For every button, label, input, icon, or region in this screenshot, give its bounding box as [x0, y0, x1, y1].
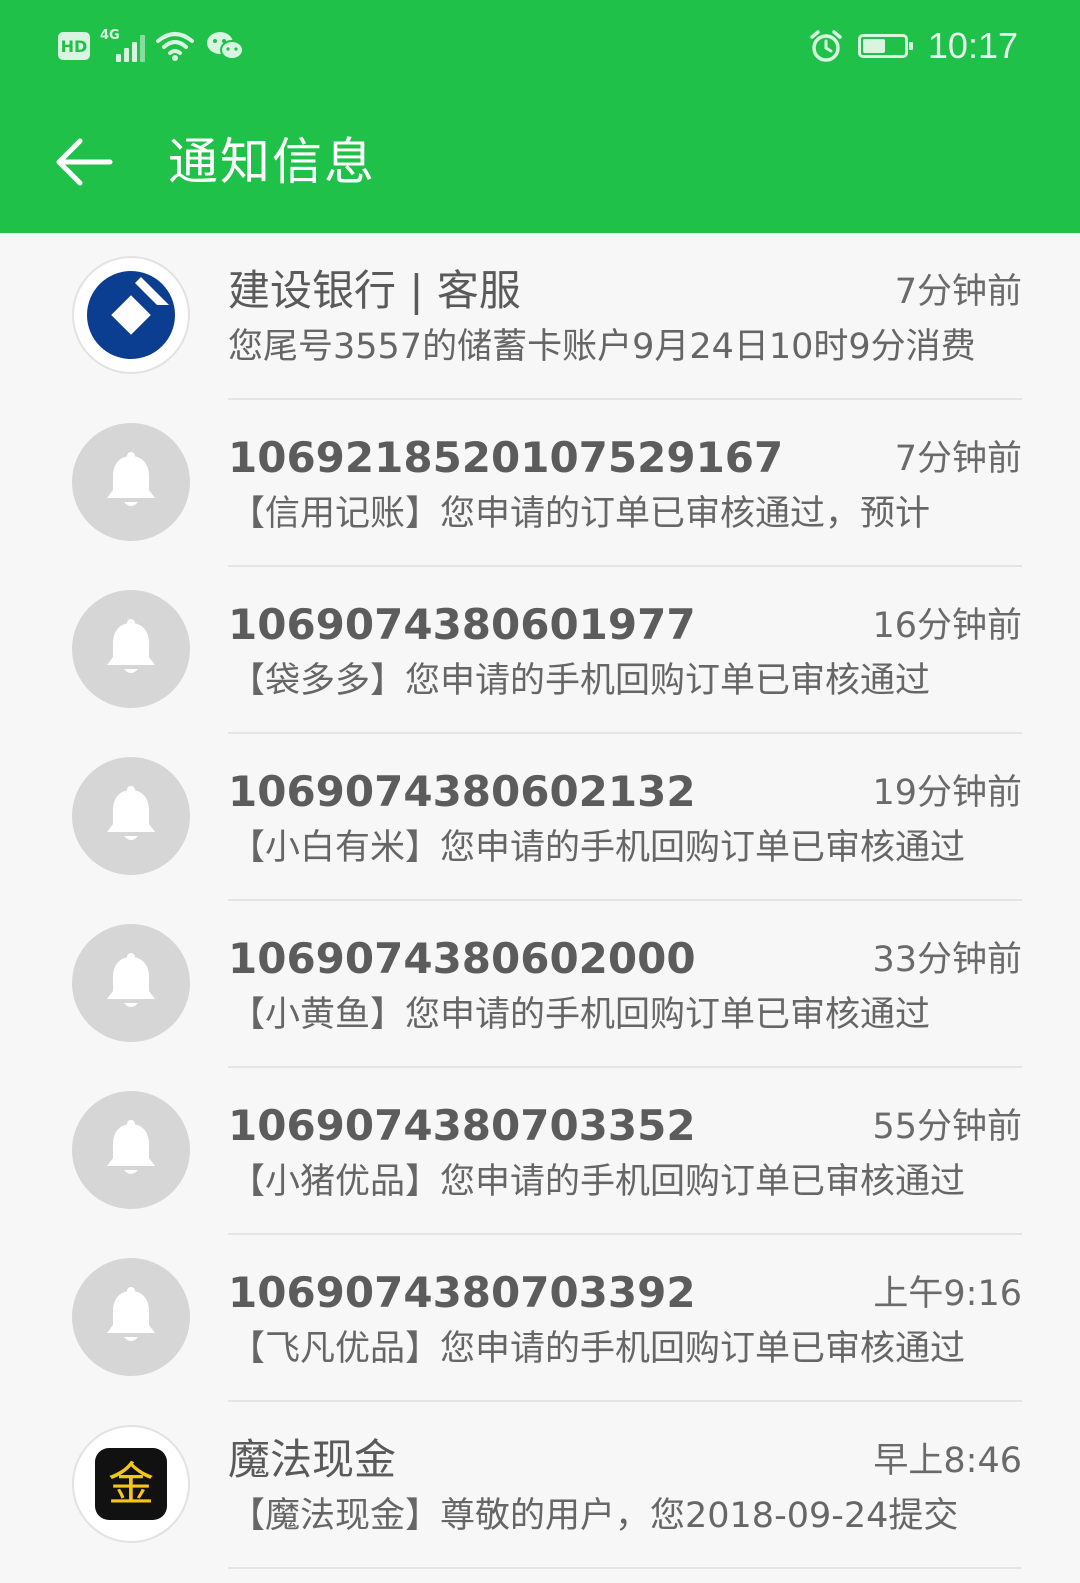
back-button[interactable] — [50, 128, 118, 196]
sender-number: 1069074380601977 — [228, 600, 696, 649]
arrow-left-icon — [56, 138, 113, 186]
mofa-logo-icon: 金 — [95, 1448, 167, 1520]
network-type-label: 4G — [100, 28, 120, 43]
message-time: 33分钟前 — [872, 940, 1022, 980]
mofa-logo-char: 金 — [108, 1457, 154, 1511]
message-preview: 【飞凡优品】您申请的手机回购订单已审核通过 — [230, 1329, 966, 1369]
message-time: 19分钟前 — [872, 773, 1022, 813]
message-preview: 【小白有米】您申请的手机回购订单已审核通过 — [230, 828, 966, 868]
message-list: 建设银行 | 客服 7分钟前 您尾号3557的储蓄卡账户9月24日10时9分消费… — [0, 233, 1080, 1569]
bell-avatar — [72, 423, 190, 541]
ccb-logo-icon — [87, 271, 175, 359]
bell-avatar — [72, 757, 190, 875]
bell-icon — [107, 786, 155, 840]
bell-avatar — [72, 1258, 190, 1376]
sender-number: 1069074380602000 — [228, 934, 696, 983]
message-preview: 您尾号3557的储蓄卡账户9月24日10时9分消费 — [228, 327, 976, 367]
message-item[interactable]: 1069074380602132 19分钟前 【小白有米】您申请的手机回购订单已… — [0, 734, 1080, 901]
app-header: HD 4G 10:17 通知信息 — [0, 0, 1080, 233]
wechat-icon — [207, 32, 244, 60]
message-time: 7分钟前 — [894, 439, 1022, 479]
sender-number: 1069218520107529167 — [228, 433, 784, 482]
sender-number: 1069074380703352 — [228, 1101, 696, 1150]
message-preview: 【小黄鱼】您申请的手机回购订单已审核通过 — [230, 995, 931, 1035]
battery-icon — [857, 34, 913, 58]
message-item[interactable]: 1069074380601977 16分钟前 【袋多多】您申请的手机回购订单已审… — [0, 567, 1080, 734]
message-item[interactable]: 1069218520107529167 7分钟前 【信用记账】您申请的订单已审核… — [0, 400, 1080, 567]
message-time: 早上8:46 — [873, 1441, 1022, 1481]
mofa-avatar: 金 — [72, 1425, 190, 1543]
status-bar: HD 4G 10:17 — [0, 0, 1080, 90]
message-time: 7分钟前 — [894, 272, 1022, 312]
app-bar: 通知信息 — [0, 100, 1080, 225]
divider — [228, 1567, 1022, 1569]
message-item[interactable]: 1069074380703352 55分钟前 【小猪优品】您申请的手机回购订单已… — [0, 1068, 1080, 1235]
page-title: 通知信息 — [168, 133, 376, 191]
bell-icon — [107, 452, 155, 506]
alarm-icon — [810, 30, 842, 62]
sender-number: 1069074380602132 — [228, 767, 696, 816]
status-time: 10:17 — [927, 25, 1018, 66]
message-item[interactable]: 1069074380703392 上午9:16 【飞凡优品】您申请的手机回购订单… — [0, 1235, 1080, 1402]
message-item[interactable]: 1069074380602000 33分钟前 【小黄鱼】您申请的手机回购订单已审… — [0, 901, 1080, 1068]
bell-avatar — [72, 924, 190, 1042]
message-time: 上午9:16 — [873, 1274, 1022, 1314]
message-time: 16分钟前 — [872, 606, 1022, 646]
message-preview: 【小猪优品】您申请的手机回购订单已审核通过 — [230, 1162, 966, 1202]
ccb-avatar — [72, 256, 190, 374]
bell-icon — [107, 619, 155, 673]
battery-level — [862, 39, 885, 53]
bell-icon — [107, 1120, 155, 1174]
message-preview: 【信用记账】您申请的订单已审核通过，预计 — [230, 494, 931, 534]
cellular-signal-icon: 4G — [100, 28, 145, 62]
bell-avatar — [72, 590, 190, 708]
status-bar-right: 10:17 — [808, 22, 1018, 70]
bell-avatar — [72, 1091, 190, 1209]
sender-name: 建设银行 | 客服 — [228, 266, 521, 315]
message-item-mofa[interactable]: 金 魔法现金 早上8:46 【魔法现金】尊敬的用户，您2018-09-24提交 — [0, 1402, 1080, 1569]
wifi-icon — [156, 32, 194, 61]
message-preview: 【袋多多】您申请的手机回购订单已审核通过 — [230, 661, 931, 701]
sender-number: 1069074380703392 — [228, 1268, 696, 1317]
hd-icon: HD — [58, 32, 90, 60]
message-time: 55分钟前 — [872, 1107, 1022, 1147]
bell-icon — [107, 953, 155, 1007]
bell-icon — [107, 1287, 155, 1341]
status-bar-left: HD 4G — [58, 22, 245, 70]
message-item-ccb[interactable]: 建设银行 | 客服 7分钟前 您尾号3557的储蓄卡账户9月24日10时9分消费 — [0, 233, 1080, 400]
sender-name: 魔法现金 — [228, 1435, 397, 1484]
message-preview: 【魔法现金】尊敬的用户，您2018-09-24提交 — [230, 1496, 959, 1536]
